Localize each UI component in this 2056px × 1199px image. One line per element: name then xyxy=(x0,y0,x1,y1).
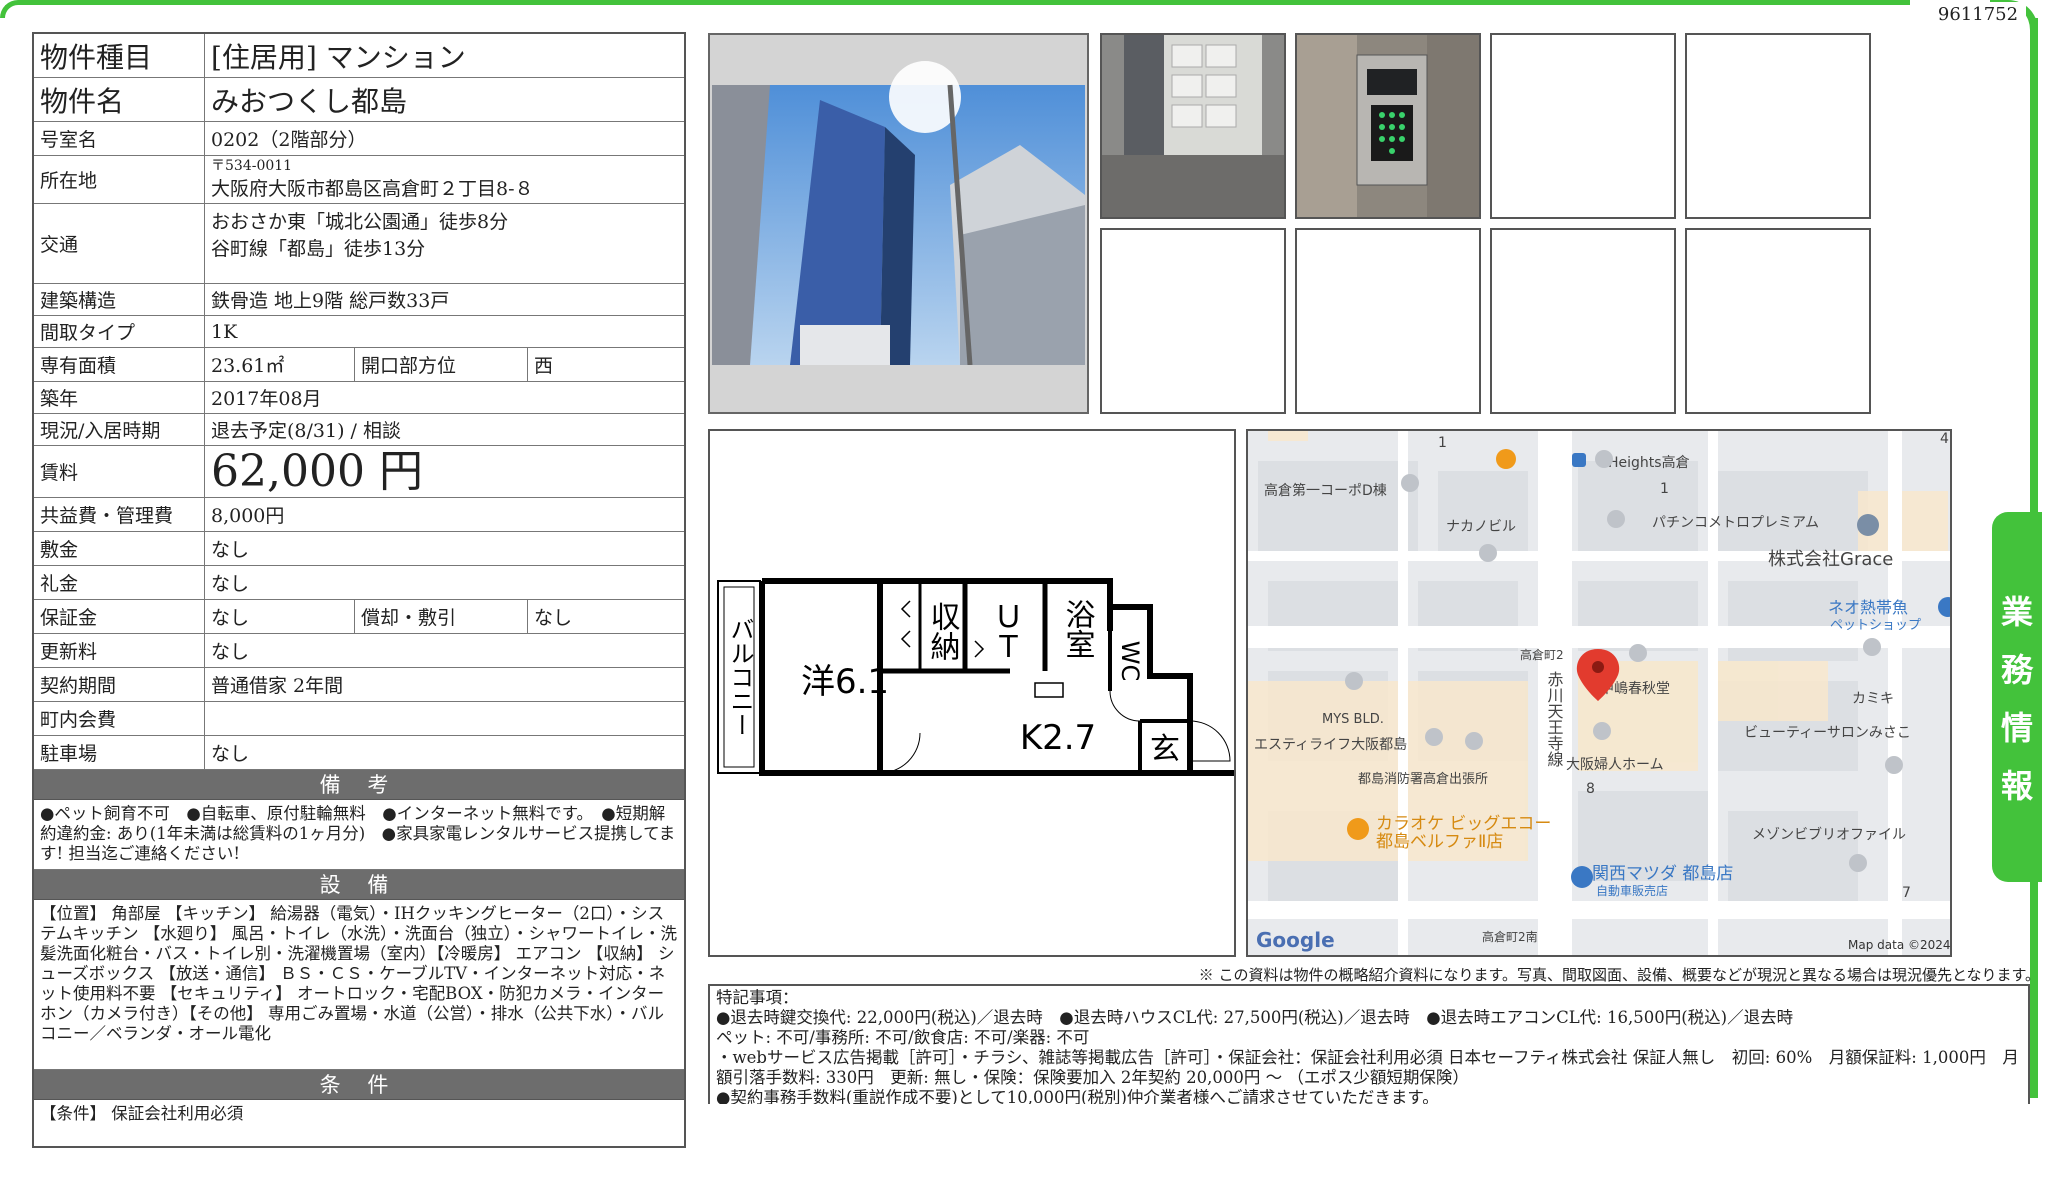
storage-label: 収納 xyxy=(925,601,961,661)
row-rent: 賃料 62,000 円 xyxy=(34,446,684,498)
notes-line-4: ●契約事務手数料(重説作成不要)として10,000円(税別)仲介業者様へご請求さ… xyxy=(716,1088,1439,1104)
row-layout: 間取タイプ 1K xyxy=(34,316,684,348)
map-label-18: メゾンビブリオファイル xyxy=(1752,826,1906,843)
transit-icon xyxy=(1572,453,1586,467)
map-label-13: 大阪婦人ホーム xyxy=(1566,756,1664,773)
exterior-photo[interactable] xyxy=(708,33,1089,414)
row-contract: 契約期間 普通借家 2年間 xyxy=(34,668,684,702)
floor-plan-drawing: バルコニー 洋6.1 収納 ＵＴ 浴室 WC K2.7 玄 xyxy=(717,578,1240,776)
western-room-label: 洋6.1 xyxy=(801,662,889,702)
row-town-fee: 町内会費 xyxy=(34,702,684,736)
map-label-9: カミキ xyxy=(1852,691,1894,707)
map-place-icon xyxy=(1857,514,1879,536)
photo-thumb-1[interactable] xyxy=(1100,33,1286,219)
map-label-4: 株式会社Grace xyxy=(1768,549,1893,570)
building-photo-image xyxy=(710,35,1087,412)
map-label-15: 都島消防署高倉出張所 xyxy=(1358,771,1488,787)
map-label-5: ネオ熱帯魚 xyxy=(1828,598,1908,617)
green-frame-top xyxy=(0,0,1910,18)
row-name: 物件名 みおつくし都島 xyxy=(34,78,684,122)
row-parking: 駐車場 なし xyxy=(34,736,684,770)
map-label-12: 赤川天王寺線 xyxy=(1545,671,1564,767)
row-renewal: 更新料 なし xyxy=(34,634,684,668)
equipment-text: 【位置】 角部屋 【キッチン】 給湯器（電気）・IHクッキングヒーター（2口）・… xyxy=(34,900,684,1070)
map-label-7: 高倉町2 xyxy=(1520,647,1564,662)
location-map[interactable]: 高倉第一コーポD棟 ナカノビル Heights高倉 パチンコメトロプレミアム 株… xyxy=(1246,429,1952,957)
photo-thumb-3[interactable] xyxy=(1490,33,1676,219)
google-logo: Google xyxy=(1256,928,1335,952)
map-number-0: 1 xyxy=(1438,435,1447,451)
notes-line-3: ・webサービス広告掲載［許可］・チラシ、雑誌等掲載広告［許可］・保証会社：保証… xyxy=(716,1048,2019,1087)
row-deposit: 敷金 なし xyxy=(34,532,684,566)
row-structure: 建築構造 鉄骨造 地上9階 総戸数33戸 xyxy=(34,284,684,316)
photo-thumb-7[interactable] xyxy=(1490,228,1676,414)
notes-line-1: ●退去時鍵交換代: 22,000円(税込)／退去時 ●退去時ハウスCL代: 27… xyxy=(716,1008,1794,1027)
map-label-2: Heights高倉 xyxy=(1608,454,1690,471)
photo-thumb-8[interactable] xyxy=(1685,228,1871,414)
row-type: 物件種目 [住居用] マンション xyxy=(34,34,684,78)
entrance-label: 玄 xyxy=(1150,732,1180,767)
car-dealer-icon xyxy=(1571,866,1593,888)
ut-label: ＵＴ xyxy=(988,601,1023,661)
remarks-text: ●ペット飼育不可 ●自転車、原付駐輪無料 ●インターネット無料です。 ●短期解約… xyxy=(34,800,684,870)
conditions-text: 【条件】 保証会社利用必須 xyxy=(40,1104,244,1123)
row-transport: 交通 おおさか東「城北公園通」徒歩8分 谷町線「都島」徒歩13分 xyxy=(34,204,684,284)
balcony-label: バルコニー xyxy=(726,617,754,737)
kitchen-label: K2.7 xyxy=(1020,718,1096,758)
map-number-3: 7 xyxy=(1902,885,1911,901)
row-built: 築年 2017年08月 xyxy=(34,382,684,414)
mailbox-photo-image xyxy=(1102,35,1284,217)
map-number-4: 4 xyxy=(1940,431,1949,447)
map-label-14: ビューティーサロンみさこ xyxy=(1744,725,1911,741)
map-label-3: パチンコメトロプレミアム xyxy=(1652,515,1819,531)
property-table: 物件種目 [住居用] マンション 物件名 みおつくし都島 号室名 0202（2階… xyxy=(32,32,686,1148)
map-label-21: 高倉町2南 xyxy=(1482,929,1538,944)
map-label-19: 関西マツダ 都島店 xyxy=(1592,864,1733,884)
photo-thumb-6[interactable] xyxy=(1295,228,1481,414)
map-label-0: 高倉第一コーポD棟 xyxy=(1264,482,1387,499)
map-number-2: 8 xyxy=(1586,781,1595,797)
map-label-20: 自動車販売店 xyxy=(1596,883,1668,898)
wc-label: WC xyxy=(1116,641,1144,682)
row-key-money: 礼金 なし xyxy=(34,566,684,600)
map-label-16: カラオケ ビッグエコー xyxy=(1376,814,1551,834)
photo-thumb-2[interactable] xyxy=(1295,33,1481,219)
map-canvas: 高倉第一コーポD棟 ナカノビル Heights高倉 パチンコメトロプレミアム 株… xyxy=(1248,431,1950,955)
karaoke-icon xyxy=(1347,818,1369,840)
restaurant-icon xyxy=(1496,449,1516,469)
map-label-6: ペットショップ xyxy=(1830,618,1921,633)
map-number-1: 1 xyxy=(1660,481,1669,497)
photo-thumb-4[interactable] xyxy=(1685,33,1871,219)
row-status: 現況/入居時期 退去予定(8/31) / 相談 xyxy=(34,414,684,446)
notes-title: 特記事項： xyxy=(716,988,799,1007)
document-id: 9611752 xyxy=(1930,2,2026,28)
map-attribution: Map data ©2024 xyxy=(1848,938,1950,952)
special-notes: 特記事項： ●退去時鍵交換代: 22,000円(税込)／退去時 ●退去時ハウスC… xyxy=(708,984,2030,1104)
photo-thumb-5[interactable] xyxy=(1100,228,1286,414)
business-info-tab[interactable]: 業 務 情 報 xyxy=(1992,512,2042,882)
notes-line-2: ペット: 不可/事務所: 不可/飲食店: 不可/楽器: 不可 xyxy=(716,1028,1090,1047)
row-fee: 共益費・管理費 8,000円 xyxy=(34,498,684,532)
conditions-header: 条 件 xyxy=(34,1070,684,1100)
remarks-header: 備 考 xyxy=(34,770,684,800)
row-guarantee: 保証金 なし 償却・敷引 なし xyxy=(34,600,684,634)
map-label-17: 都島ベルファⅡ店 xyxy=(1376,832,1503,852)
row-room: 号室名 0202（2階部分） xyxy=(34,122,684,156)
map-label-11: エスティライフ大阪都島 xyxy=(1254,737,1407,753)
map-label-1: ナカノビル xyxy=(1446,519,1516,535)
equipment-header: 設 備 xyxy=(34,870,684,900)
row-area: 専有面積 23.61㎡ 開口部方位 西 xyxy=(34,348,684,382)
disclaimer: ※ この資料は物件の概略紹介資料になります。写真、間取図面、設備、概要などが現況… xyxy=(1198,966,2040,984)
intercom-photo-image xyxy=(1297,35,1479,217)
map-label-10: MYS BLD. xyxy=(1322,712,1384,727)
bath-label: 浴室 xyxy=(1060,599,1095,659)
row-address: 所在地 〒534-0011 大阪府大阪市都島区高倉町２丁目8-８ xyxy=(34,156,684,204)
floor-plan[interactable]: バルコニー 洋6.1 収納 ＵＴ 浴室 WC K2.7 玄 xyxy=(708,429,1240,957)
